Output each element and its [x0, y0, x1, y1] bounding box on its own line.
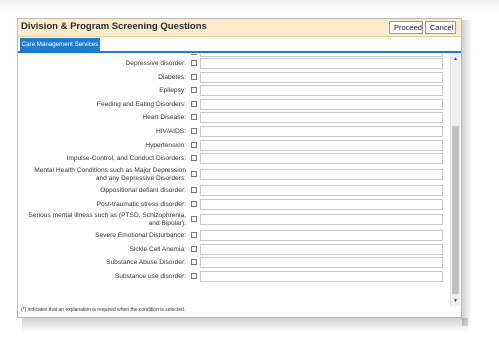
dialog-shadow-bottom — [22, 318, 468, 332]
condition-label: Epilepsy: — [159, 87, 186, 94]
condition-label-line2: and Bipolar): — [148, 220, 186, 227]
condition-label: Sickle Cell Anemia: — [129, 246, 186, 253]
condition-checkbox[interactable] — [191, 87, 197, 93]
condition-checkbox[interactable] — [191, 201, 197, 207]
condition-label: Impulse-Control, and Conduct Disorders: — [66, 155, 186, 162]
condition-explanation-input[interactable] — [200, 169, 443, 180]
condition-label: Diabetes: — [158, 74, 186, 81]
scroll-up-icon[interactable]: ▲ — [453, 56, 458, 62]
condition-explanation-input[interactable] — [200, 99, 443, 110]
condition-checkbox[interactable] — [191, 216, 197, 222]
condition-checkbox[interactable] — [191, 171, 197, 177]
dialog-title: Division & Program Screening Questions — [21, 21, 207, 32]
condition-explanation-input[interactable] — [200, 257, 443, 268]
condition-checkbox[interactable] — [191, 273, 197, 279]
scroll-down-icon[interactable]: ▼ — [453, 298, 458, 304]
tab-strip: Care Management Services — [18, 37, 461, 52]
condition-checkbox[interactable] — [191, 60, 197, 66]
screening-dialog: Division & Program Screening Questions P… — [17, 18, 462, 318]
condition-checkbox[interactable] — [191, 142, 197, 148]
condition-checkbox[interactable] — [191, 232, 197, 238]
scrollbar-thumb[interactable] — [452, 126, 459, 294]
condition-checkbox[interactable] — [191, 54, 197, 55]
condition-explanation-input[interactable] — [200, 271, 443, 282]
condition-explanation-input[interactable] — [200, 58, 443, 69]
condition-explanation-input[interactable] — [200, 185, 443, 196]
condition-label: Substance Abuse Disorder: — [106, 259, 186, 266]
condition-explanation-input[interactable] — [200, 214, 443, 225]
condition-label: Depressive disorder: — [125, 60, 186, 67]
condition-label: Substance use disorder: — [114, 273, 186, 280]
condition-explanation-input[interactable] — [200, 126, 443, 137]
tab-underline — [18, 51, 461, 53]
condition-explanation-input[interactable] — [200, 153, 443, 164]
condition-checkbox[interactable] — [191, 259, 197, 265]
proceed-button[interactable]: Proceed — [389, 21, 423, 34]
explanation-footnote: (*) indicates that an explanation is req… — [21, 307, 186, 313]
condition-label: Heart Disease: — [142, 114, 186, 121]
condition-label: Feeding and Eating Disorders: — [96, 101, 186, 108]
condition-explanation-input[interactable] — [200, 112, 443, 123]
condition-explanation-input[interactable] — [200, 230, 443, 241]
condition-label: Oppositional defiant disorder: — [100, 187, 186, 194]
dialog-shadow-right — [462, 20, 472, 326]
condition-explanation-input[interactable] — [200, 140, 443, 151]
condition-checkbox[interactable] — [191, 128, 197, 134]
condition-checkbox[interactable] — [191, 155, 197, 161]
condition-explanation-input[interactable] — [200, 199, 443, 210]
condition-explanation-input[interactable] — [200, 72, 443, 83]
condition-label: Serious mental illness such as (PTSD, Sc… — [28, 212, 186, 219]
condition-checkbox[interactable] — [191, 187, 197, 193]
conditions-list: Depressive disorder: Diabetes: Epilepsy:… — [19, 54, 450, 304]
condition-label: HIV/AIDS: — [155, 128, 186, 135]
condition-checkbox[interactable] — [191, 114, 197, 120]
condition-explanation-input[interactable] — [200, 85, 443, 96]
tab-care-management-services[interactable]: Care Management Services — [20, 38, 100, 52]
condition-label: Mental Health Conditions such as Major D… — [34, 167, 186, 174]
dialog-titlebar: Division & Program Screening Questions P… — [18, 19, 461, 37]
cancel-button[interactable]: Cancel — [425, 21, 456, 34]
condition-explanation-input[interactable] — [200, 54, 443, 57]
condition-checkbox[interactable] — [191, 74, 197, 80]
condition-label: Hypertension: — [145, 142, 186, 149]
condition-label-line2: and any Depressive Disorders: — [95, 175, 186, 182]
condition-checkbox[interactable] — [191, 246, 197, 252]
condition-label: Severe Emotional Disturbance: — [95, 232, 186, 239]
condition-explanation-input[interactable] — [200, 244, 443, 255]
condition-label: Post-traumatic stress disorder: — [96, 201, 186, 208]
vertical-scrollbar[interactable]: ▲ ▼ — [450, 54, 460, 306]
background-edge — [0, 0, 499, 14]
condition-checkbox[interactable] — [191, 101, 197, 107]
